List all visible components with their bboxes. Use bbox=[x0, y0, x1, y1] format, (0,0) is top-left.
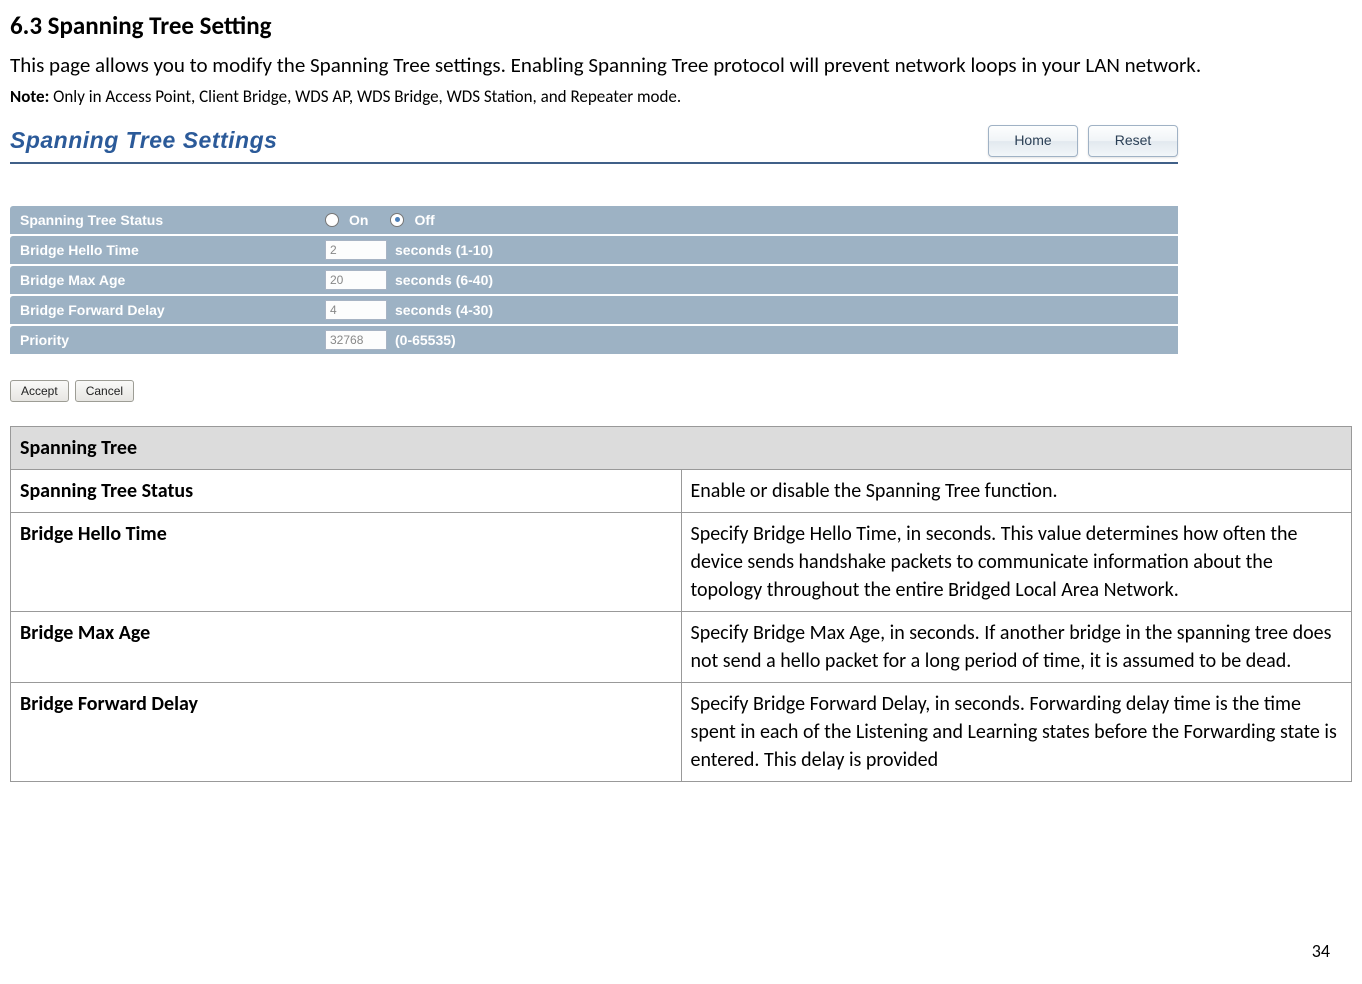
param-name: Bridge Hello Time bbox=[11, 512, 682, 611]
forward-delay-input[interactable] bbox=[325, 300, 387, 320]
label: Spanning Tree Status bbox=[10, 212, 325, 228]
row-bridge-hello-time: Bridge Hello Time seconds (1-10) bbox=[10, 236, 1178, 264]
table-header: Spanning Tree bbox=[11, 426, 1352, 469]
note-line: Note: Only in Access Point, Client Bridg… bbox=[10, 86, 1332, 107]
note-prefix: Note: bbox=[10, 86, 49, 107]
hello-time-input[interactable] bbox=[325, 240, 387, 260]
value-area: seconds (6-40) bbox=[325, 270, 1178, 290]
intro-paragraph: This page allows you to modify the Spann… bbox=[10, 49, 1332, 82]
row-bridge-max-age: Bridge Max Age seconds (6-40) bbox=[10, 266, 1178, 294]
row-priority: Priority (0-65535) bbox=[10, 326, 1178, 354]
suffix: (0-65535) bbox=[395, 332, 456, 348]
suffix: seconds (6-40) bbox=[395, 272, 493, 288]
label: Bridge Max Age bbox=[10, 272, 325, 288]
label: Bridge Forward Delay bbox=[10, 302, 325, 318]
settings-grid: Spanning Tree Status On Off Bridge Hello… bbox=[10, 206, 1178, 354]
param-name: Bridge Max Age bbox=[11, 611, 682, 682]
param-desc: Enable or disable the Spanning Tree func… bbox=[681, 469, 1352, 512]
panel-header: Spanning Tree Settings Home Reset bbox=[10, 125, 1178, 164]
radio-on-label: On bbox=[349, 212, 368, 228]
param-desc: Specify Bridge Max Age, in seconds. If a… bbox=[681, 611, 1352, 682]
label: Bridge Hello Time bbox=[10, 242, 325, 258]
suffix: seconds (4-30) bbox=[395, 302, 493, 318]
panel-title: Spanning Tree Settings bbox=[10, 127, 277, 154]
cancel-button[interactable]: Cancel bbox=[75, 380, 134, 402]
settings-screenshot: Spanning Tree Settings Home Reset Spanni… bbox=[10, 125, 1178, 402]
value-area: seconds (4-30) bbox=[325, 300, 1178, 320]
radio-off-label: Off bbox=[414, 212, 434, 228]
description-table: Spanning Tree Spanning Tree Status Enabl… bbox=[10, 426, 1352, 782]
radio-on[interactable] bbox=[325, 213, 339, 227]
priority-input[interactable] bbox=[325, 330, 387, 350]
suffix: seconds (1-10) bbox=[395, 242, 493, 258]
row-bridge-forward-delay: Bridge Forward Delay seconds (4-30) bbox=[10, 296, 1178, 324]
max-age-input[interactable] bbox=[325, 270, 387, 290]
label: Priority bbox=[10, 332, 325, 348]
panel-header-buttons: Home Reset bbox=[988, 125, 1178, 157]
page-number: 34 bbox=[1312, 940, 1330, 962]
section-heading: 6.3 Spanning Tree Setting bbox=[10, 10, 1332, 41]
value-area: seconds (1-10) bbox=[325, 240, 1178, 260]
value-area: (0-65535) bbox=[325, 330, 1178, 350]
note-body: Only in Access Point, Client Bridge, WDS… bbox=[49, 86, 681, 107]
panel-footer: Accept Cancel bbox=[10, 380, 1178, 402]
table-row: Bridge Max Age Specify Bridge Max Age, i… bbox=[11, 611, 1352, 682]
table-row: Bridge Forward Delay Specify Bridge Forw… bbox=[11, 682, 1352, 781]
accept-button[interactable]: Accept bbox=[10, 380, 69, 402]
reset-button[interactable]: Reset bbox=[1088, 125, 1178, 157]
value-area: On Off bbox=[325, 212, 1178, 228]
param-desc: Specify Bridge Forward Delay, in seconds… bbox=[681, 682, 1352, 781]
param-name: Spanning Tree Status bbox=[11, 469, 682, 512]
table-row: Bridge Hello Time Specify Bridge Hello T… bbox=[11, 512, 1352, 611]
row-spanning-tree-status: Spanning Tree Status On Off bbox=[10, 206, 1178, 234]
radio-off[interactable] bbox=[390, 213, 404, 227]
home-button[interactable]: Home bbox=[988, 125, 1078, 157]
param-desc: Specify Bridge Hello Time, in seconds. T… bbox=[681, 512, 1352, 611]
table-row: Spanning Tree Status Enable or disable t… bbox=[11, 469, 1352, 512]
param-name: Bridge Forward Delay bbox=[11, 682, 682, 781]
